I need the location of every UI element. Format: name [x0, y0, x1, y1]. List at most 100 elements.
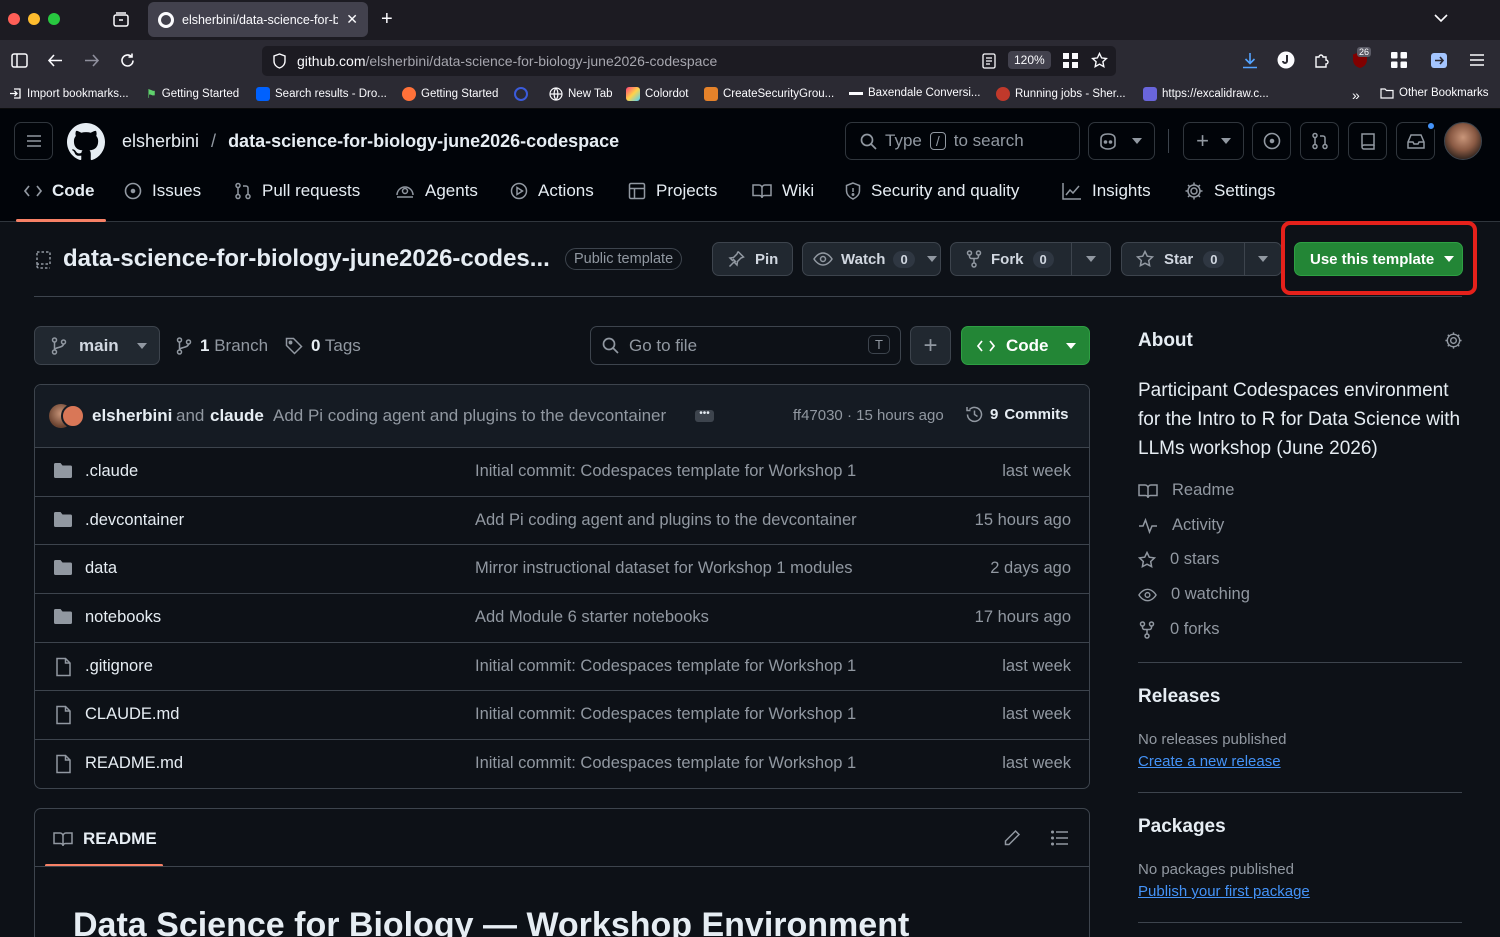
- file-commit-message-link[interactable]: Initial commit: Codespaces template for …: [475, 462, 856, 481]
- file-name-link[interactable]: notebooks: [85, 608, 161, 627]
- back-icon[interactable]: [47, 52, 64, 69]
- file-name-link[interactable]: .claude: [85, 462, 138, 481]
- file-commit-message-link[interactable]: Initial commit: Codespaces template for …: [475, 657, 856, 676]
- star-button[interactable]: Star 0: [1121, 242, 1245, 276]
- bookmark-running-jobs[interactable]: Running jobs - Sher...: [996, 87, 1126, 101]
- extension-j-icon[interactable]: [1277, 51, 1295, 69]
- bookmark-star-icon[interactable]: [1091, 52, 1108, 69]
- commit-hash-time[interactable]: ff47030 · 15 hours ago: [793, 407, 944, 424]
- file-row[interactable]: CLAUDE.md Initial commit: Codespaces temp…: [35, 691, 1089, 741]
- tab-actions[interactable]: Actions: [510, 181, 594, 201]
- avatar[interactable]: [1444, 122, 1482, 160]
- outline-list-icon[interactable]: [1051, 830, 1069, 846]
- tab-security[interactable]: Security and quality: [845, 181, 1019, 201]
- file-row[interactable]: README.md Initial commit: Codespaces temp…: [35, 740, 1089, 788]
- close-window-button[interactable]: [8, 13, 20, 25]
- extensions-grid-icon[interactable]: [1063, 53, 1078, 68]
- branch-selector[interactable]: main: [34, 326, 160, 365]
- pull-requests-header-button[interactable]: [1300, 122, 1339, 160]
- github-logo-icon[interactable]: [67, 123, 105, 161]
- maximize-window-button[interactable]: [48, 13, 60, 25]
- file-row[interactable]: data Mirror instructional dataset for Wor…: [35, 545, 1089, 595]
- tab-insights[interactable]: Insights: [1062, 181, 1151, 201]
- file-row[interactable]: .devcontainer Add Pi coding agent and plu…: [35, 497, 1089, 546]
- downloads-icon[interactable]: [1242, 52, 1258, 69]
- about-activity-link[interactable]: Activity: [1138, 516, 1224, 535]
- bookmark-dropbox[interactable]: Search results - Dro...: [256, 87, 387, 101]
- releases-title[interactable]: Releases: [1138, 686, 1220, 708]
- file-name-link[interactable]: README.md: [85, 754, 183, 773]
- commit-message[interactable]: Add Pi coding agent and plugins to the d…: [273, 406, 666, 426]
- commit-coauthor[interactable]: claude: [210, 406, 264, 426]
- bookmark-import[interactable]: Import bookmarks...: [9, 87, 129, 100]
- file-commit-message-link[interactable]: Initial commit: Codespaces template for …: [475, 705, 856, 724]
- other-bookmarks[interactable]: Other Bookmarks: [1380, 87, 1488, 99]
- reload-icon[interactable]: [119, 52, 136, 69]
- use-template-button[interactable]: Use this template: [1294, 242, 1463, 276]
- go-to-file-input[interactable]: Go to file T: [590, 326, 901, 365]
- tab-settings[interactable]: Settings: [1184, 181, 1275, 201]
- about-stars-link[interactable]: 0 stars: [1138, 550, 1220, 569]
- watch-button[interactable]: Watch 0: [802, 242, 941, 276]
- bookmarks-overflow-icon[interactable]: »: [1352, 87, 1360, 103]
- repo-title[interactable]: data-science-for-biology-june2026-codes.…: [63, 245, 550, 273]
- browser-menu-icon[interactable]: [1469, 53, 1485, 67]
- commit-avatars[interactable]: [49, 404, 85, 428]
- about-settings-gear-icon[interactable]: [1444, 331, 1463, 350]
- bookmark-excalidraw[interactable]: https://excalidraw.c...: [1143, 87, 1269, 101]
- ellipsis-icon[interactable]: •••: [695, 409, 714, 422]
- about-forks-link[interactable]: 0 forks: [1138, 620, 1220, 639]
- copilot-button[interactable]: [1088, 122, 1155, 160]
- create-new-button[interactable]: +: [1183, 122, 1244, 160]
- code-dropdown-button[interactable]: Code: [961, 326, 1090, 365]
- hamburger-menu-button[interactable]: [14, 122, 53, 160]
- file-row[interactable]: .claude Initial commit: Codespaces templa…: [35, 448, 1089, 497]
- tab-wiki[interactable]: Wiki: [752, 181, 814, 201]
- file-commit-message-link[interactable]: Add Pi coding agent and plugins to the d…: [475, 511, 857, 530]
- breadcrumb-owner[interactable]: elsherbini: [122, 131, 199, 152]
- publish-package-link[interactable]: Publish your first package: [1138, 883, 1310, 900]
- edit-readme-icon[interactable]: [1003, 829, 1021, 847]
- sidebar-toggle-icon[interactable]: [11, 53, 28, 68]
- fork-button[interactable]: Fork 0: [950, 242, 1072, 276]
- tags-link[interactable]: 0 Tags: [285, 336, 361, 356]
- bookmark-firefox-getting-started[interactable]: Getting Started: [402, 87, 498, 101]
- bookmark-getting-started[interactable]: ⚑ Getting Started: [146, 87, 239, 101]
- about-watching-link[interactable]: 0 watching: [1138, 585, 1250, 604]
- search-input[interactable]: Type / to search: [845, 122, 1080, 160]
- file-row[interactable]: .gitignore Initial commit: Codespaces tem…: [35, 643, 1089, 692]
- about-readme-link[interactable]: Readme: [1138, 481, 1234, 500]
- tab-pull-requests[interactable]: Pull requests: [234, 181, 360, 201]
- apps-grid-icon[interactable]: [1391, 52, 1407, 68]
- branches-link[interactable]: 1 Branch: [176, 336, 268, 356]
- repositories-header-button[interactable]: [1348, 122, 1387, 160]
- file-name-link[interactable]: CLAUDE.md: [85, 705, 179, 724]
- create-release-link[interactable]: Create a new release: [1138, 753, 1281, 770]
- reader-view-icon[interactable]: [982, 53, 996, 69]
- readme-tab[interactable]: README: [53, 829, 157, 849]
- zoom-level[interactable]: 120%: [1008, 51, 1051, 69]
- bookmark-circle-logo[interactable]: [514, 87, 528, 101]
- commit-author[interactable]: elsherbini: [92, 406, 172, 426]
- chevron-down-icon[interactable]: [1433, 10, 1449, 26]
- tab-projects[interactable]: Projects: [628, 181, 717, 201]
- bookmark-colordot[interactable]: Colordot: [626, 87, 688, 101]
- new-tab-button[interactable]: +: [381, 8, 393, 31]
- bookmark-baxendale[interactable]: Baxendale Conversi...: [849, 87, 981, 99]
- file-name-link[interactable]: .devcontainer: [85, 511, 184, 530]
- browser-tab-active[interactable]: elsherbini/data-science-for-biol ✕: [148, 2, 368, 37]
- bookmark-new-tab[interactable]: New Tab: [549, 87, 613, 101]
- minimize-window-button[interactable]: [28, 13, 40, 25]
- forward-icon[interactable]: [83, 52, 100, 69]
- file-commit-message-link[interactable]: Initial commit: Codespaces template for …: [475, 754, 856, 773]
- file-commit-message-link[interactable]: Add Module 6 starter notebooks: [475, 608, 709, 627]
- star-dropdown-button[interactable]: [1244, 242, 1282, 276]
- file-name-link[interactable]: .gitignore: [85, 657, 153, 676]
- tab-overview-icon[interactable]: [112, 11, 130, 29]
- pin-button[interactable]: Pin: [712, 242, 793, 276]
- file-row[interactable]: notebooks Add Module 6 starter notebooks 1…: [35, 594, 1089, 643]
- issues-header-button[interactable]: [1252, 122, 1291, 160]
- commits-history-link[interactable]: 9 Commits: [965, 405, 1069, 424]
- packages-title[interactable]: Packages: [1138, 816, 1226, 838]
- add-file-button[interactable]: +: [910, 326, 951, 365]
